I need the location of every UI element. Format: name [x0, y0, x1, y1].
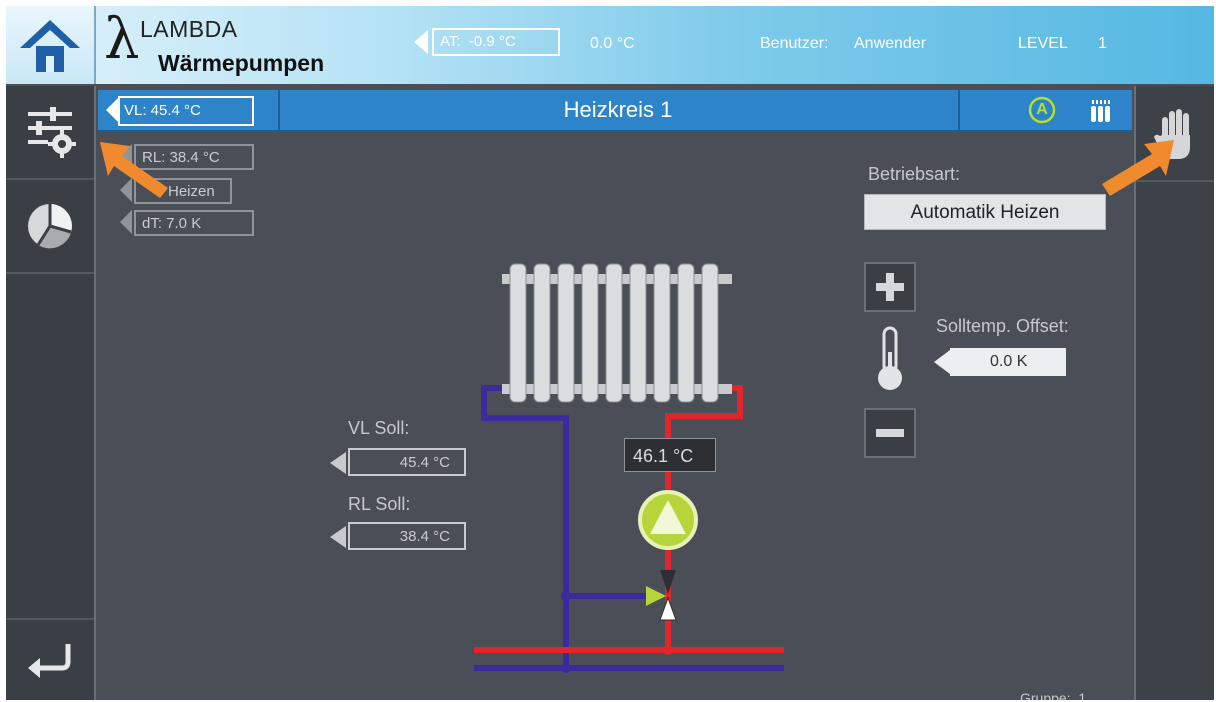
mixing-valve [646, 570, 677, 621]
main-panel: RL: 38.4 °C Heizen dT: 7.0 K 46.1 °C VL … [98, 132, 1132, 700]
left-sidebar [6, 86, 96, 700]
annotation-arrow-right [1102, 140, 1174, 196]
circulation-pump [638, 490, 698, 550]
outdoor-temp-display: AT: -0.9 °C [414, 28, 560, 56]
level-value: 1 [1098, 35, 1107, 52]
sliders-gear-icon [28, 107, 76, 158]
auto-mode-badge: A [1028, 96, 1056, 124]
at-value: -0.9 °C [468, 33, 516, 50]
home-icon [20, 20, 80, 72]
offset-value[interactable]: 0.0 K [950, 348, 1066, 376]
level-label: LEVEL [1018, 35, 1068, 52]
group-label: Gruppe: [1020, 690, 1071, 700]
operation-mode-select[interactable]: Automatik Heizen [864, 194, 1106, 230]
group-indicator: Gruppe: 1 [1020, 690, 1086, 700]
group-value: 1 [1078, 690, 1087, 700]
temp-value: 0.0 °C [590, 35, 635, 52]
auto-mode-letter: A [1036, 101, 1048, 118]
offset-label: Solltemp. Offset: [936, 316, 1069, 336]
vl-soll-value[interactable]: 45.4 °C [348, 448, 466, 476]
plus-icon [876, 273, 904, 301]
lambda-symbol: λ [104, 7, 140, 72]
vl-soll-label: VL Soll: [348, 418, 410, 438]
user-value: Anwender [854, 35, 927, 52]
increase-offset-button[interactable] [864, 262, 916, 312]
user-label: Benutzer: [760, 35, 829, 52]
home-button[interactable] [6, 6, 96, 84]
title-bar: VL: 45.4 °C Heizkreis 1 A [98, 90, 1132, 132]
return-pipe [481, 385, 569, 666]
radiator-icon [1091, 100, 1110, 122]
statistics-button[interactable] [6, 180, 94, 274]
flow-temp-display[interactable]: VL: 45.4 °C [118, 96, 254, 126]
decrease-offset-button[interactable] [864, 408, 916, 458]
at-label: AT: [440, 33, 461, 50]
pie-chart-icon [28, 204, 72, 249]
operation-mode-label: Betriebsart: [868, 164, 961, 184]
radiator [502, 263, 732, 403]
page-title: Heizkreis 1 [563, 97, 673, 122]
annotation-arrow-left [100, 142, 168, 198]
rl-soll-label: RL Soll: [348, 494, 411, 514]
rl-soll-value[interactable]: 38.4 °C [348, 522, 466, 550]
return-arrow-icon [28, 644, 71, 678]
top-header: λ LAMBDA Wärmepumpen AT: -0.9 °C 0.0 °C … [6, 6, 1214, 84]
settings-button[interactable] [6, 86, 94, 180]
lambda-logo: λ LAMBDA Wärmepumpen [98, 6, 338, 84]
flow-temp-value: VL: 45.4 °C [124, 102, 201, 119]
thermometer-icon [878, 326, 902, 390]
back-button[interactable] [6, 618, 94, 700]
logo-bottom-text: Wärmepumpen [158, 50, 325, 76]
operation-mode-value: Automatik Heizen [910, 202, 1060, 223]
flow-temp-readout: 46.1 °C [624, 438, 716, 472]
minus-icon [876, 429, 904, 437]
screen: λ LAMBDA Wärmepumpen AT: -0.9 °C 0.0 °C … [6, 6, 1214, 700]
logo-top-text: LAMBDA [140, 16, 238, 42]
